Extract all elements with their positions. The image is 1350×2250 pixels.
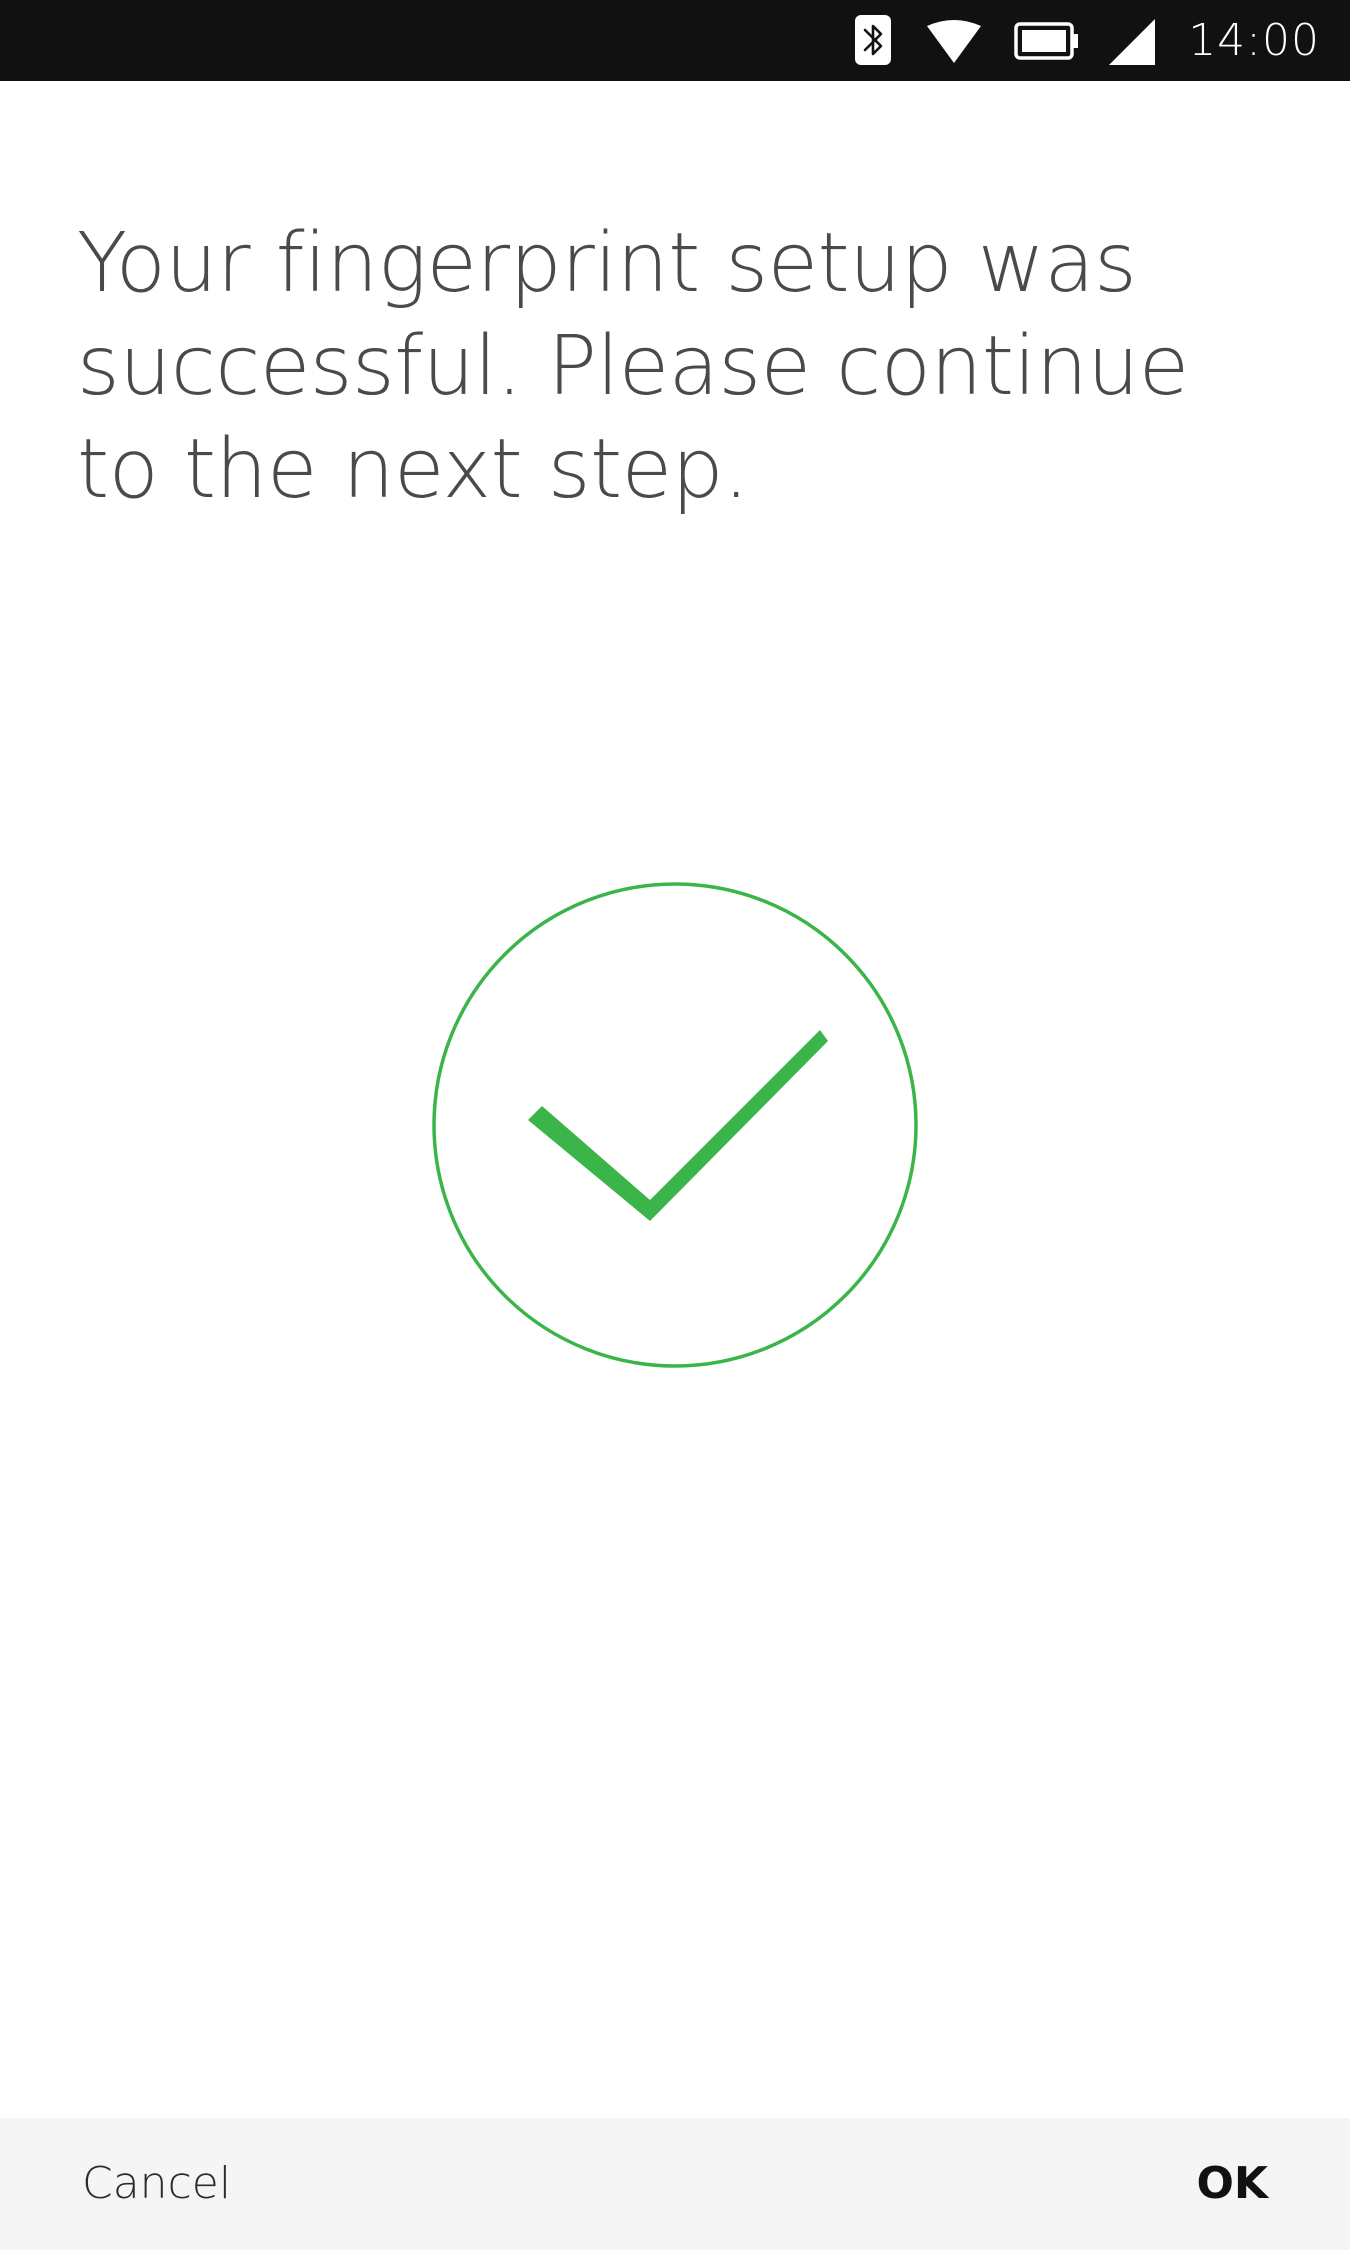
status-bar: 14:00 [0,0,1350,81]
checkmark-circle-icon [432,882,918,1368]
success-circle [432,882,918,1368]
checkmark-icon [528,1030,828,1221]
ok-button[interactable]: OK [1193,2118,1273,2250]
battery-icon [1014,22,1078,60]
status-time: 14:00 [1188,15,1320,66]
success-message: Your fingerprint setup was successful. P… [77,216,1189,517]
wifi-icon [927,20,981,63]
cancel-button[interactable]: Cancel [78,2118,235,2250]
bluetooth-icon [855,15,891,65]
footer-bar: Cancel OK [0,2118,1350,2250]
cellular-signal-icon [1109,19,1155,65]
